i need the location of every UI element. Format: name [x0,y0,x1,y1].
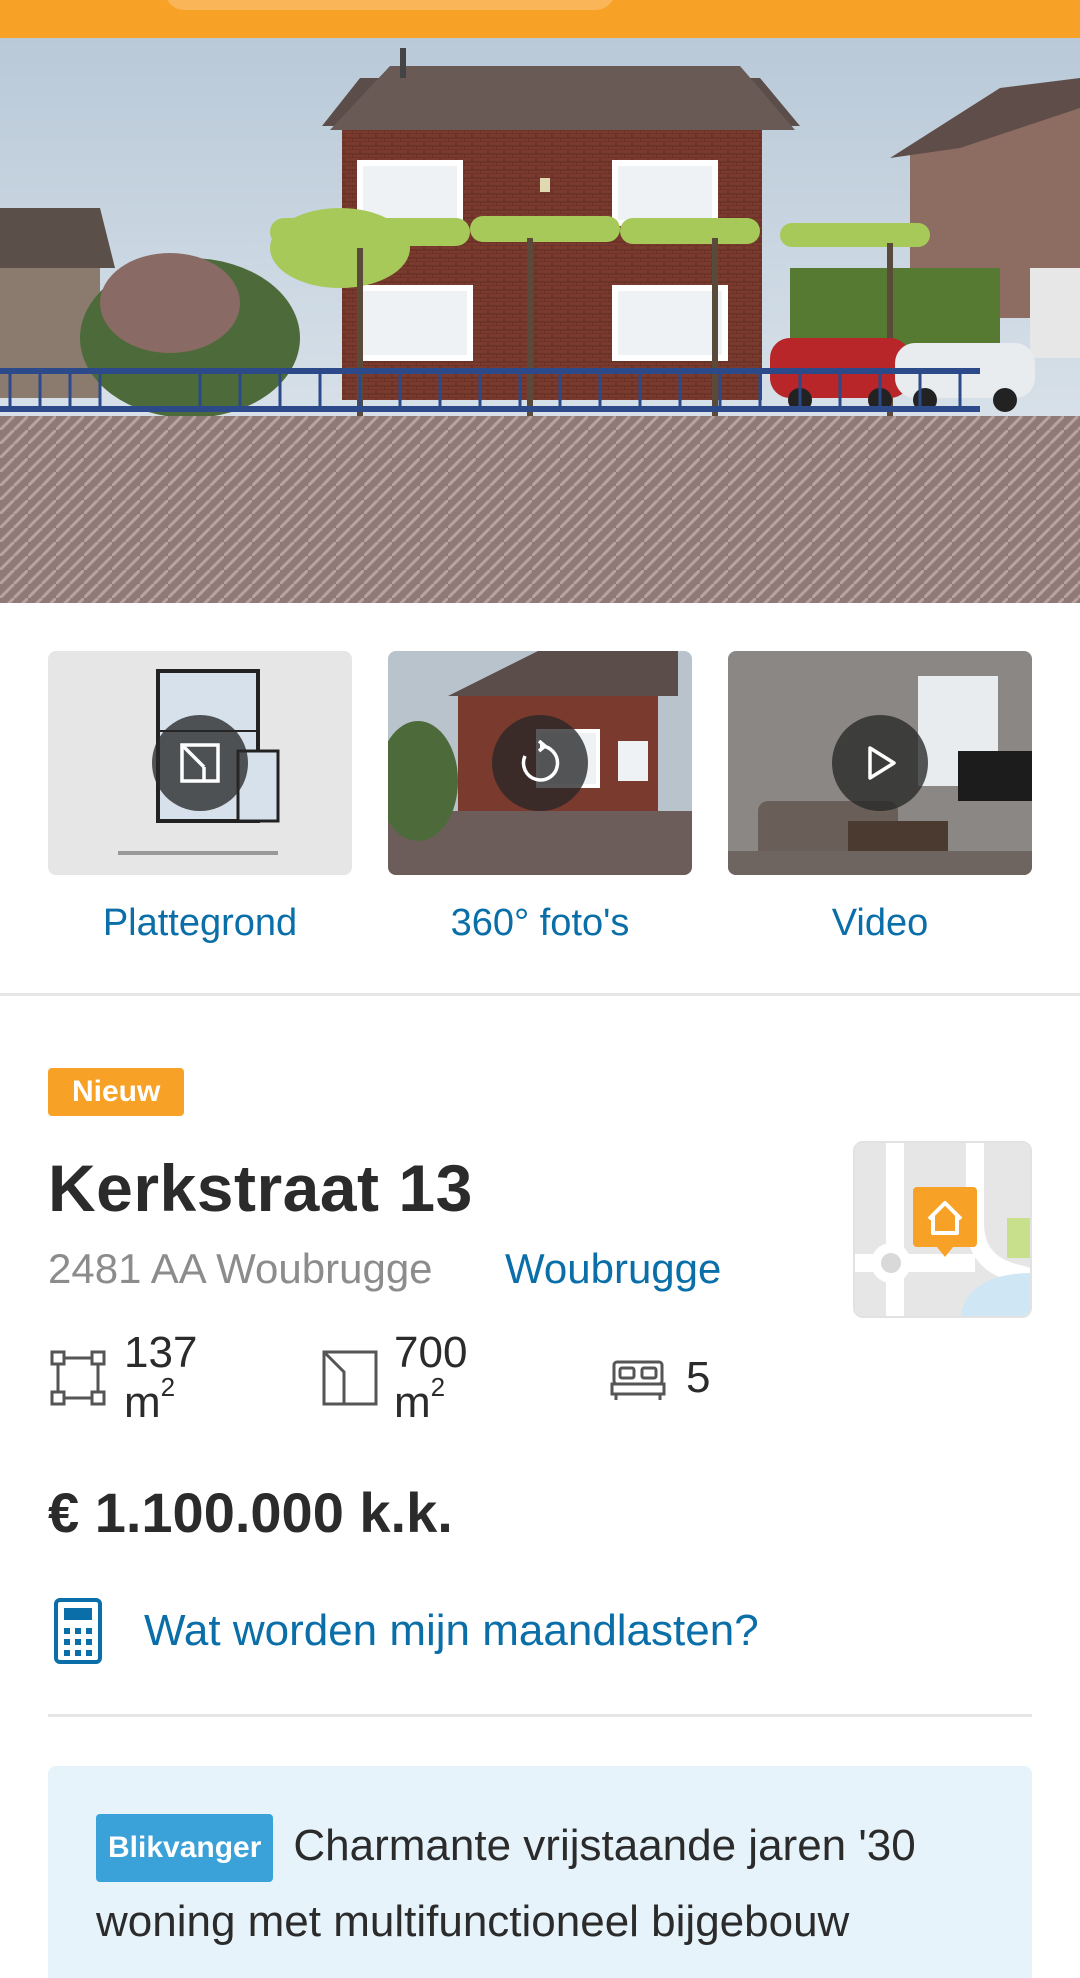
top-bar [0,0,1080,38]
price: € 1.100.000 k.k. [48,1481,453,1544]
highlight-badge: Blikvanger [96,1814,274,1883]
floorplan-icon [152,715,248,811]
plot-area-value: 700 m2 [394,1328,468,1427]
play-icon [832,715,928,811]
bed-icon [606,1346,670,1410]
new-badge: Nieuw [48,1068,185,1116]
content-divider [48,1714,1032,1717]
highlight-box: Blikvanger Charmante vrijstaande jaren '3… [48,1766,1032,1978]
search-pill[interactable] [165,0,615,10]
highlight-content: Blikvanger Charmante vrijstaande jaren '3… [96,1808,984,1960]
floorplan-label: Plattegrond [102,902,298,944]
media-row: Plattegrond 360° foto's Video [48,651,1032,951]
photos-360-label: 360° foto's [450,902,630,944]
section-divider [0,993,1080,996]
living-area-value: 137 m2 [124,1328,198,1427]
bedrooms: 5 [606,1346,710,1410]
floorplan-button[interactable]: Plattegrond [48,651,352,951]
living-area-icon [48,1346,108,1410]
plot-area-icon [318,1346,378,1410]
video-button[interactable]: Video [728,651,1032,951]
mortgage-link-text: Wat worden mijn maandlasten? [144,1606,759,1655]
map-house-pin-icon [855,1143,1030,1316]
video-label: Video [831,902,929,944]
city-link[interactable]: Woubrugge [505,1245,721,1293]
postal-address: 2481 AA Woubrugge [48,1245,433,1292]
calculator-icon [54,1598,102,1664]
listing-title: Kerkstraat 13 [48,1151,473,1225]
mortgage-calc-link[interactable]: Wat worden mijn maandlasten? [48,1596,759,1666]
hero-photo[interactable] [0,38,1080,603]
map-thumbnail[interactable] [853,1141,1032,1318]
bedrooms-value: 5 [686,1353,711,1402]
living-area: 137 m2 [48,1328,201,1427]
plot-area: 700 m2 [318,1328,471,1427]
rotate-360-icon [492,715,588,811]
photos-360-button[interactable]: 360° foto's [388,651,692,951]
house-photo [0,38,1080,603]
